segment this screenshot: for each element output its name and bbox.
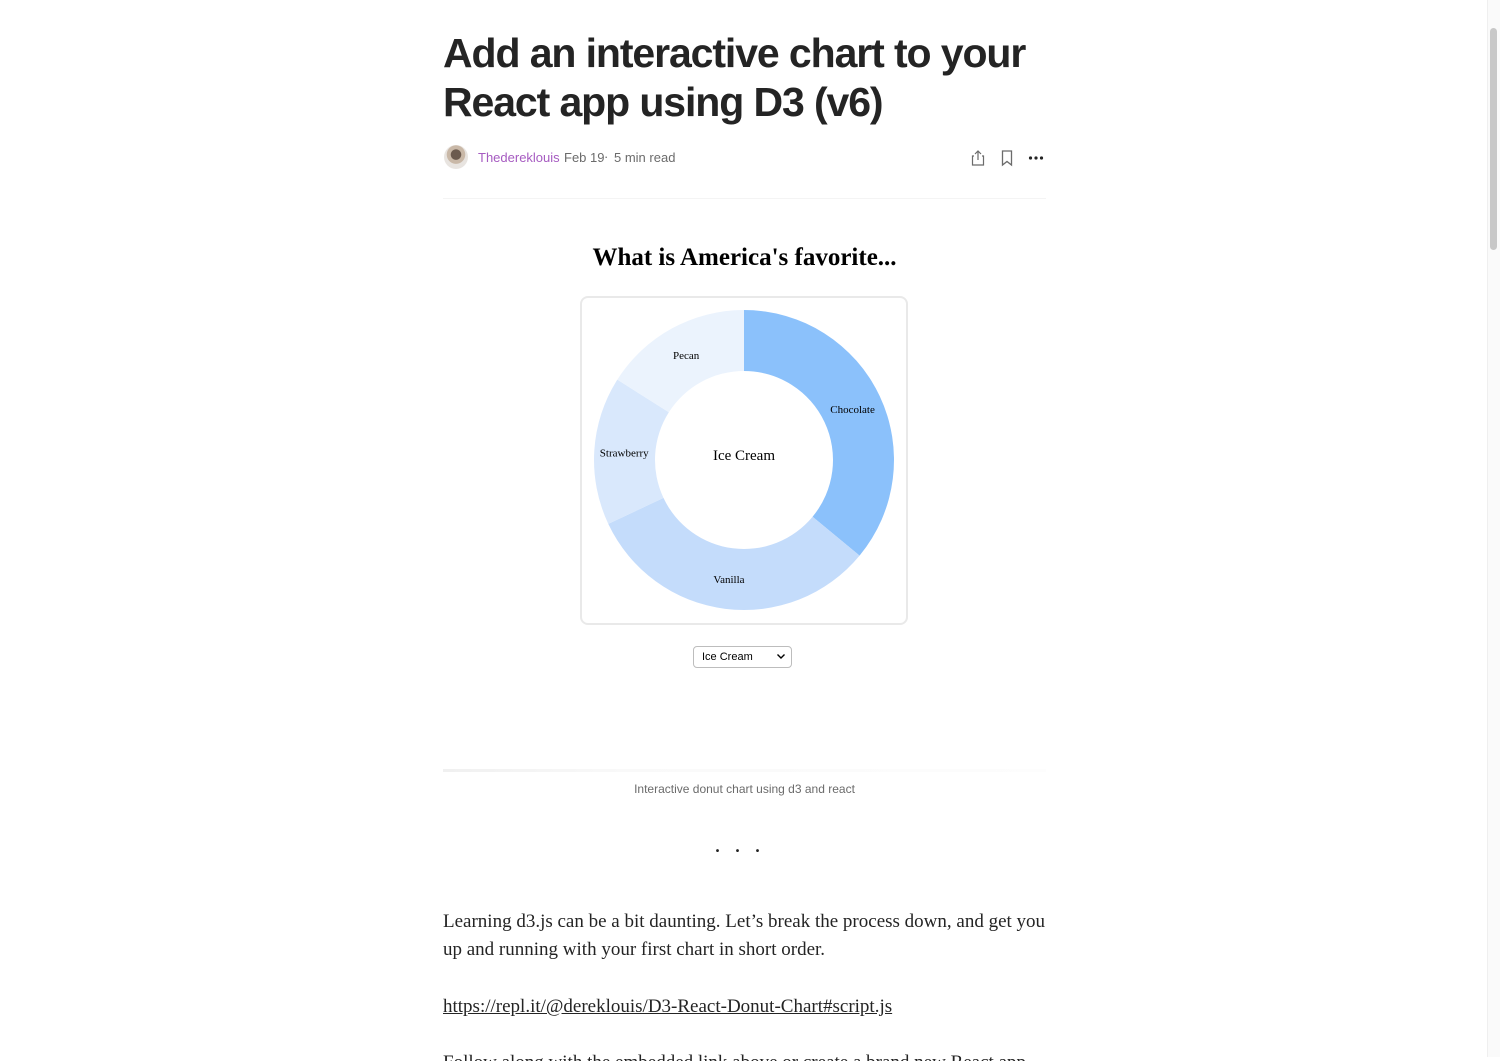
section-separator: ...	[714, 832, 775, 858]
more-icon[interactable]	[1026, 148, 1046, 168]
donut-slice-chocolate[interactable]	[744, 310, 894, 556]
read-time: 5 min read	[614, 150, 676, 165]
repl-link[interactable]: https://repl.it/@dereklouis/D3-React-Don…	[443, 993, 892, 1021]
donut-label-pecan: Pecan	[673, 350, 700, 362]
intro-paragraph: Learning d3.js can be a bit daunting. Le…	[443, 911, 1046, 960]
bookmark-icon[interactable]	[997, 148, 1017, 168]
byline: Thedereklouis Feb 19 · 5 min read	[443, 145, 1046, 171]
donut-label-chocolate: Chocolate	[830, 404, 875, 416]
figure-bottom-edge	[443, 769, 1046, 772]
figure-caption: Interactive donut chart using d3 and rea…	[634, 782, 855, 796]
header-divider	[443, 198, 1046, 199]
next-paragraph-partial: Follow along with the embedded link abov…	[443, 1049, 1046, 1061]
donut-center-label: Ice Cream	[712, 448, 776, 464]
donut-label-vanilla: Vanilla	[713, 574, 744, 586]
article-title: Add an interactive chart to your React a…	[443, 30, 1026, 125]
share-icon[interactable]	[968, 148, 988, 168]
scrollbar-thumb[interactable]	[1490, 28, 1497, 250]
category-select[interactable]: Ice Cream	[693, 646, 792, 668]
chevron-down-icon	[776, 650, 786, 662]
publish-date: Feb 19	[564, 150, 605, 165]
author-avatar[interactable]	[444, 145, 468, 169]
donut-chart: Chocolate Vanilla Strawberry Pecan Ice Crea…	[580, 296, 908, 625]
author-link[interactable]: Thedereklouis	[478, 150, 560, 165]
category-select-value: Ice Cream	[702, 651, 753, 663]
figure-title: What is America's favorite...	[592, 244, 897, 271]
meta-separator: ·	[604, 149, 609, 164]
